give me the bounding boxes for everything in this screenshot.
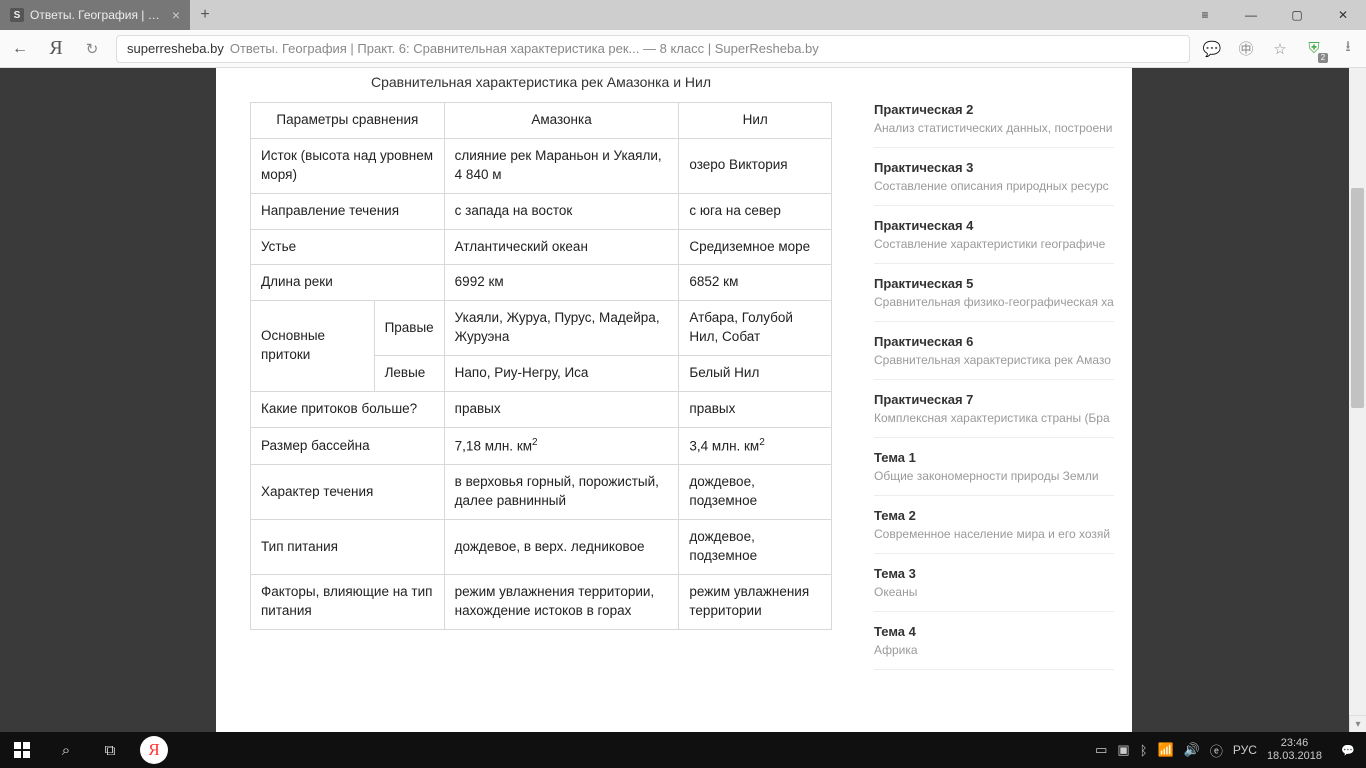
address-domain: superresheba.by [127,41,224,56]
sidebar-item[interactable]: Практическая 3Составление описания приро… [874,148,1114,206]
sidebar-item[interactable]: Тема 4Африка [874,612,1114,670]
sidebar-item[interactable]: Практическая 4Составление характеристики… [874,206,1114,264]
page-viewport: Сравнительная характеристика рек Амазонк… [0,68,1366,732]
window-menu-icon[interactable]: ≡ [1182,0,1228,30]
tab-close-icon[interactable]: × [172,7,180,23]
table-row: Направление теченияс запада на востокс ю… [251,193,832,229]
windows-logo-icon [14,742,30,758]
sidebar-item[interactable]: Практическая 6Сравнительная характеристи… [874,322,1114,380]
taskbar-search-icon[interactable]: ⌕ [44,732,88,768]
sidebar-item[interactable]: Тема 1Общие закономерности природы Земли [874,438,1114,496]
table-row: Характер теченияв верховья горный, порож… [251,465,832,520]
sidebar-item[interactable]: Тема 3Океаны [874,554,1114,612]
tray-volume-icon[interactable]: 🔊 [1184,742,1200,758]
browser-toolbar: ← Я ↻ superresheba.by Ответы. География … [0,30,1366,68]
tray-app-icon[interactable]: ▣ [1117,742,1129,758]
col-amazon: Амазонка [444,103,679,139]
extension-badge: 2 [1318,53,1328,63]
taskbar-app-yandex[interactable]: Я [132,732,176,768]
system-tray[interactable]: ▭ ▣ ᛒ 📶 🔊 ⓔ РУС 23:46 18.03.2018 [1087,737,1330,762]
feedback-icon[interactable]: 💬 [1200,37,1224,61]
tray-bluetooth-icon[interactable]: ᛒ [1140,743,1148,758]
table-row: Исток (высота над уровнем моря)слияние р… [251,138,832,193]
table-row: Размер бассейна 7,18 млн. км2 3,4 млн. к… [251,427,832,464]
downloads-icon[interactable]: ⭳ [1336,37,1360,61]
sidebar-item[interactable]: Практическая 7Комплексная характеристика… [874,380,1114,438]
tray-battery-icon[interactable]: ▭ [1095,742,1107,758]
table-row: УстьеАтлантический океанСредиземное море [251,229,832,265]
sidebar-item[interactable]: Практическая 5Сравнительная физико-геогр… [874,264,1114,322]
page-right-gutter [1132,68,1366,732]
window-close-icon[interactable]: ✕ [1320,0,1366,30]
address-bar[interactable]: superresheba.by Ответы. География | Прак… [116,35,1190,63]
window-titlebar: S Ответы. География | Пра × + ≡ — ▢ ✕ [0,0,1366,30]
tab-title: Ответы. География | Пра [30,8,166,22]
table-row: Длина реки6992 км6852 км [251,265,832,301]
table-row: Тип питаниядождевое, в верх. ледниковоед… [251,520,832,575]
windows-taskbar: ⌕ ⧉ Я ▭ ▣ ᛒ 📶 🔊 ⓔ РУС 23:46 18.03.2018 💬 [0,732,1366,768]
tray-clock[interactable]: 23:46 18.03.2018 [1267,737,1322,762]
table-caption: Сравнительная характеристика рек Амазонк… [250,68,832,102]
sidebar-item[interactable]: Тема 2Современное население мира и его х… [874,496,1114,554]
yandex-browser-icon: Я [140,736,168,764]
col-nile: Нил [679,103,832,139]
tray-eset-icon[interactable]: ⓔ [1210,741,1223,760]
window-maximize-icon[interactable]: ▢ [1274,0,1320,30]
page-content: Сравнительная характеристика рек Амазонк… [216,68,1132,732]
sidebar-item[interactable]: Практическая 2Анализ статистических данн… [874,90,1114,148]
main-article: Сравнительная характеристика рек Амазонк… [250,68,832,732]
browser-tab-active[interactable]: S Ответы. География | Пра × [0,0,190,30]
action-center-icon[interactable]: 💬 [1330,732,1366,768]
tray-language[interactable]: РУС [1233,743,1257,757]
page-left-gutter [0,68,216,732]
sidebar-nav: Практическая 2Анализ статистических данн… [874,68,1114,732]
window-minimize-icon[interactable]: — [1228,0,1274,30]
col-param: Параметры сравнения [251,103,445,139]
table-row: Какие притоков больше?правыхправых [251,392,832,428]
new-tab-button[interactable]: + [190,0,220,30]
tab-favicon: S [10,8,24,22]
bookmark-icon[interactable]: ☆ [1268,37,1292,61]
comparison-table: Параметры сравнения Амазонка Нил Исток (… [250,102,832,630]
window-controls: ≡ — ▢ ✕ [1182,0,1366,30]
tray-wifi-icon[interactable]: 📶 [1158,742,1174,758]
table-row: Основные притоки Правые Укаяли, Журуа, П… [251,301,832,356]
table-header-row: Параметры сравнения Амазонка Нил [251,103,832,139]
start-button[interactable] [0,732,44,768]
taskview-icon[interactable]: ⧉ [88,732,132,768]
address-page-title: Ответы. География | Практ. 6: Сравнитель… [230,41,819,56]
translate-icon[interactable]: ㊥ [1234,37,1258,61]
vertical-scrollbar[interactable] [1349,68,1366,732]
scroll-to-bottom-icon[interactable]: ▾ [1349,715,1366,732]
scrollbar-thumb[interactable] [1351,188,1364,408]
yandex-logo-icon[interactable]: Я [44,37,68,60]
adblock-shield-icon[interactable]: ⛨2 [1302,37,1326,61]
nav-back-button[interactable]: ← [6,35,34,63]
reload-button[interactable]: ↻ [78,35,106,63]
table-row: Факторы, влияющие на тип питаниярежим ув… [251,574,832,629]
